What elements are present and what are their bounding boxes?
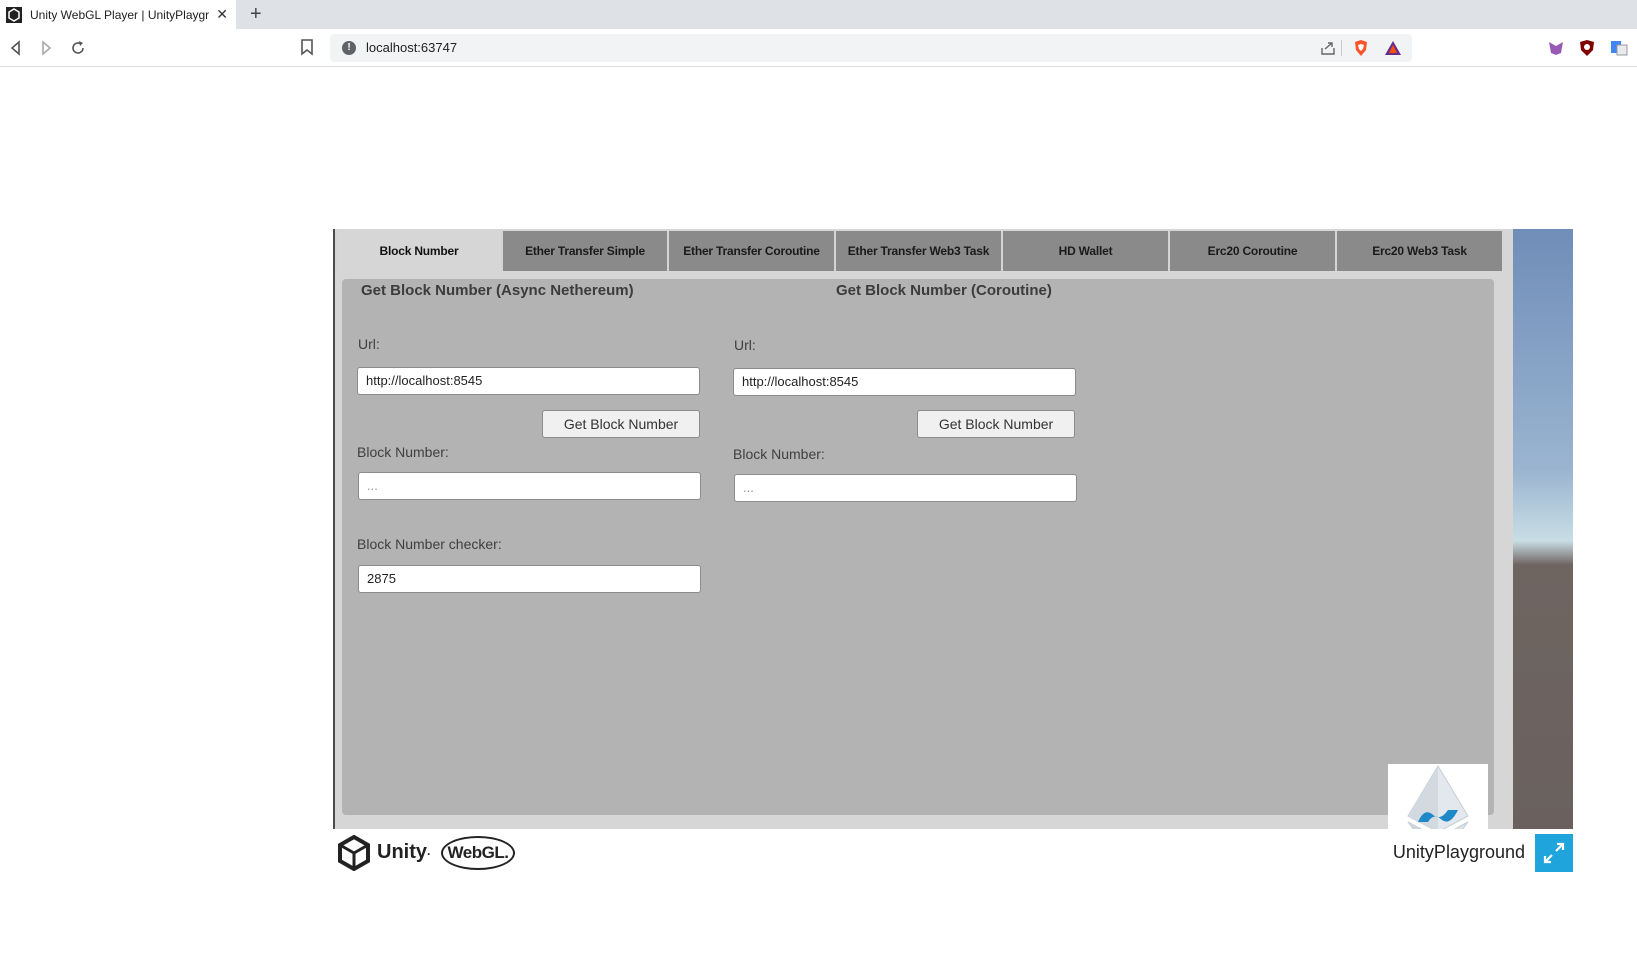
coroutine-block-number-output[interactable]: ... — [734, 474, 1077, 502]
tab-ether-transfer-simple[interactable]: Ether Transfer Simple — [501, 231, 667, 271]
unity-wordmark-text: Unity — [377, 841, 427, 863]
nethereum-logo — [1388, 764, 1488, 829]
webgl-logo: WebGL. — [441, 836, 515, 870]
tab-erc20-web3-task[interactable]: Erc20 Web3 Task — [1335, 231, 1502, 271]
back-icon[interactable] — [6, 38, 26, 58]
tab-ether-transfer-web3-task[interactable]: Ether Transfer Web3 Task — [834, 231, 1001, 271]
fullscreen-icon — [1543, 842, 1565, 864]
fullscreen-button[interactable] — [1535, 834, 1573, 872]
tab-hd-wallet[interactable]: HD Wallet — [1001, 231, 1168, 271]
coroutine-get-block-number-button[interactable]: Get Block Number — [917, 410, 1075, 438]
webgl-logo-dot: . — [504, 843, 509, 862]
bookmark-icon[interactable] — [300, 38, 314, 56]
close-tab-icon[interactable]: ✕ — [216, 6, 228, 23]
browser-tab[interactable]: Unity WebGL Player | UnityPlaygr ✕ — [0, 0, 236, 29]
site-info-icon[interactable]: ! — [342, 41, 356, 55]
browser-toolbar: ! localhost:63747 — [0, 29, 1637, 67]
ublock-extension-icon[interactable] — [1577, 38, 1597, 58]
address-url[interactable]: localhost:63747 — [366, 40, 457, 55]
unity-favicon-icon — [6, 6, 22, 23]
metamask-extension-icon[interactable] — [1546, 38, 1566, 58]
toolbar-divider — [1341, 40, 1342, 56]
unity-logo-icon — [338, 835, 370, 871]
unity-tab-bar: Block Number Ether Transfer Simple Ether… — [335, 229, 1505, 271]
unity-footer: Unity· WebGL. UnityPlayground — [333, 829, 1573, 879]
async-url-input[interactable]: http://localhost:8545 — [357, 367, 700, 395]
browser-tab-title: Unity WebGL Player | UnityPlaygr — [30, 7, 210, 22]
brave-rewards-icon[interactable] — [1384, 39, 1402, 57]
canvas-edge — [333, 229, 335, 829]
brave-shields-icon[interactable] — [1352, 39, 1370, 57]
product-name: UnityPlayground — [1392, 842, 1525, 862]
tab-ether-transfer-coroutine[interactable]: Ether Transfer Coroutine — [667, 231, 834, 271]
coroutine-block-number-label: Block Number: — [733, 446, 825, 462]
block-number-checker-label: Block Number checker: — [357, 536, 502, 552]
coroutine-url-label: Url: — [734, 337, 756, 353]
translate-extension-icon[interactable] — [1609, 38, 1629, 58]
async-block-number-output[interactable]: ... — [358, 472, 701, 500]
unity-canvas[interactable]: Block Number Ether Transfer Simple Ether… — [333, 229, 1573, 829]
async-get-block-number-button[interactable]: Get Block Number — [542, 410, 700, 438]
scene-background — [1513, 229, 1573, 829]
coroutine-section-title: Get Block Number (Coroutine) — [836, 282, 1052, 299]
unity-wordmark: Unity· — [377, 841, 431, 864]
forward-icon[interactable] — [36, 38, 56, 58]
async-block-number-label: Block Number: — [357, 444, 449, 460]
tab-erc20-coroutine[interactable]: Erc20 Coroutine — [1168, 231, 1335, 271]
tab-block-number[interactable]: Block Number — [335, 231, 501, 271]
block-number-panel: Get Block Number (Async Nethereum) Url: … — [342, 279, 1494, 829]
block-number-checker-output[interactable]: 2875 — [358, 565, 701, 593]
nethereum-logo-icon — [1407, 765, 1469, 829]
address-bar[interactable]: ! localhost:63747 — [330, 34, 1412, 62]
coroutine-url-input[interactable]: http://localhost:8545 — [733, 368, 1076, 396]
async-section-title: Get Block Number (Async Nethereum) — [361, 282, 634, 299]
new-tab-button[interactable]: + — [250, 3, 262, 26]
browser-tab-strip: Unity WebGL Player | UnityPlaygr ✕ + — [0, 0, 1637, 29]
webgl-logo-text: WebGL — [447, 843, 505, 862]
unity-wordmark-mark: · — [427, 847, 431, 861]
reload-icon[interactable] — [68, 38, 88, 58]
share-icon[interactable] — [1320, 40, 1336, 56]
async-url-label: Url: — [358, 336, 380, 352]
